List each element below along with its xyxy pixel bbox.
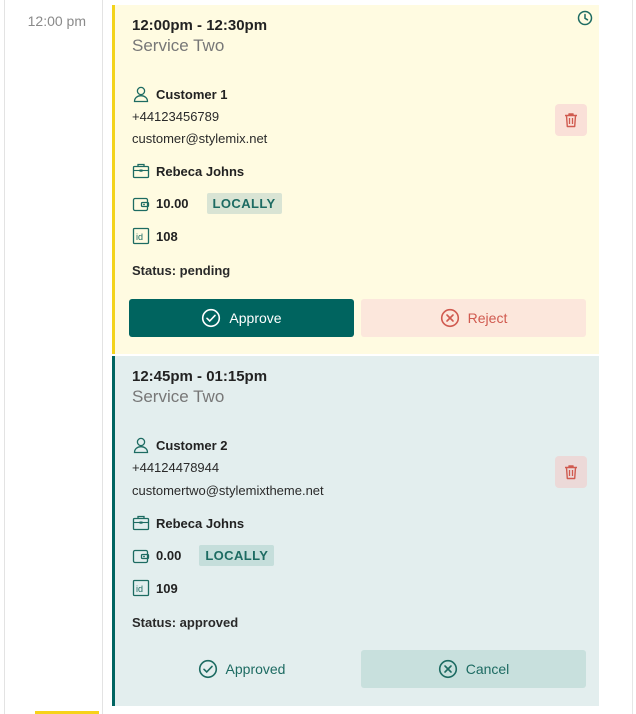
id-icon: id (132, 579, 150, 597)
user-icon (132, 436, 150, 454)
booking-status: Status: approved (132, 615, 239, 630)
user-icon (132, 85, 150, 103)
id-row: id 108 (132, 227, 178, 245)
delete-booking-button[interactable] (555, 456, 587, 488)
employee-row: Rebeca Johns (132, 514, 244, 532)
cancel-label: Cancel (465, 661, 510, 677)
booking-service: Service Two (132, 36, 225, 55)
reject-button[interactable]: Reject (361, 299, 586, 337)
approve-button[interactable]: Approve (129, 299, 354, 337)
check-circle-icon (198, 659, 217, 679)
customer-row: Customer 2 (132, 436, 228, 454)
wallet-icon (132, 547, 150, 565)
employee-name: Rebeca Johns (156, 515, 245, 531)
customer-row: Customer 1 (132, 85, 228, 103)
booking-card-approved[interactable]: 12:45pm - 01:15pm Service Two Customer 2… (112, 356, 599, 706)
booking-price: 10.00 (156, 196, 189, 211)
briefcase-icon (132, 162, 150, 180)
right-border (632, 0, 633, 714)
wallet-icon (132, 195, 150, 213)
booking-id: 109 (156, 580, 178, 596)
trash-icon (565, 113, 577, 128)
customer-email: customertwo@stylemixtheme.net (132, 483, 324, 498)
payment-badge: LOCALLY (206, 193, 282, 214)
svg-text:id: id (136, 584, 143, 594)
booking-service: Service Two (132, 387, 225, 406)
schedule-view: 12:00 pm 12:00pm - 12:30pm Service Two C… (0, 0, 636, 714)
price-row: 0.00 LOCALLY (132, 545, 275, 566)
time-slot-label: 12:00 pm (27, 13, 86, 29)
id-row: id 109 (132, 579, 178, 597)
approved-button[interactable]: Approved (129, 650, 354, 688)
trash-icon (565, 465, 577, 480)
customer-email: customer@stylemix.net (132, 131, 268, 146)
id-icon: id (132, 227, 150, 245)
cancel-button[interactable]: Cancel (361, 650, 586, 688)
check-circle-icon (202, 308, 221, 328)
approve-label: Approve (229, 310, 282, 326)
payment-badge: LOCALLY (199, 545, 275, 566)
svg-text:id: id (136, 232, 143, 242)
booking-card-pending[interactable]: 12:00pm - 12:30pm Service Two Customer 1… (112, 5, 599, 354)
approved-label: Approved (225, 661, 286, 677)
customer-name: Customer 1 (156, 86, 228, 102)
delete-booking-button[interactable] (555, 104, 587, 136)
customer-name: Customer 2 (156, 437, 228, 453)
price-row: 10.00 LOCALLY (132, 193, 282, 214)
booking-status: Status: pending (132, 263, 231, 278)
employee-row: Rebeca Johns (132, 162, 244, 180)
x-circle-icon (440, 308, 459, 328)
booking-price: 0.00 (156, 548, 182, 563)
customer-phone: +44123456789 (132, 109, 220, 124)
booking-id: 108 (156, 228, 178, 244)
time-column: 12:00 pm (5, 0, 103, 714)
clock-icon (577, 10, 593, 26)
employee-name: Rebeca Johns (156, 163, 245, 179)
reject-label: Reject (467, 310, 508, 326)
booking-time-range: 12:45pm - 01:15pm (132, 368, 268, 385)
briefcase-icon (132, 514, 150, 532)
booking-time-range: 12:00pm - 12:30pm (132, 17, 268, 34)
x-circle-icon (438, 659, 457, 679)
customer-phone: +44124478944 (132, 460, 220, 475)
